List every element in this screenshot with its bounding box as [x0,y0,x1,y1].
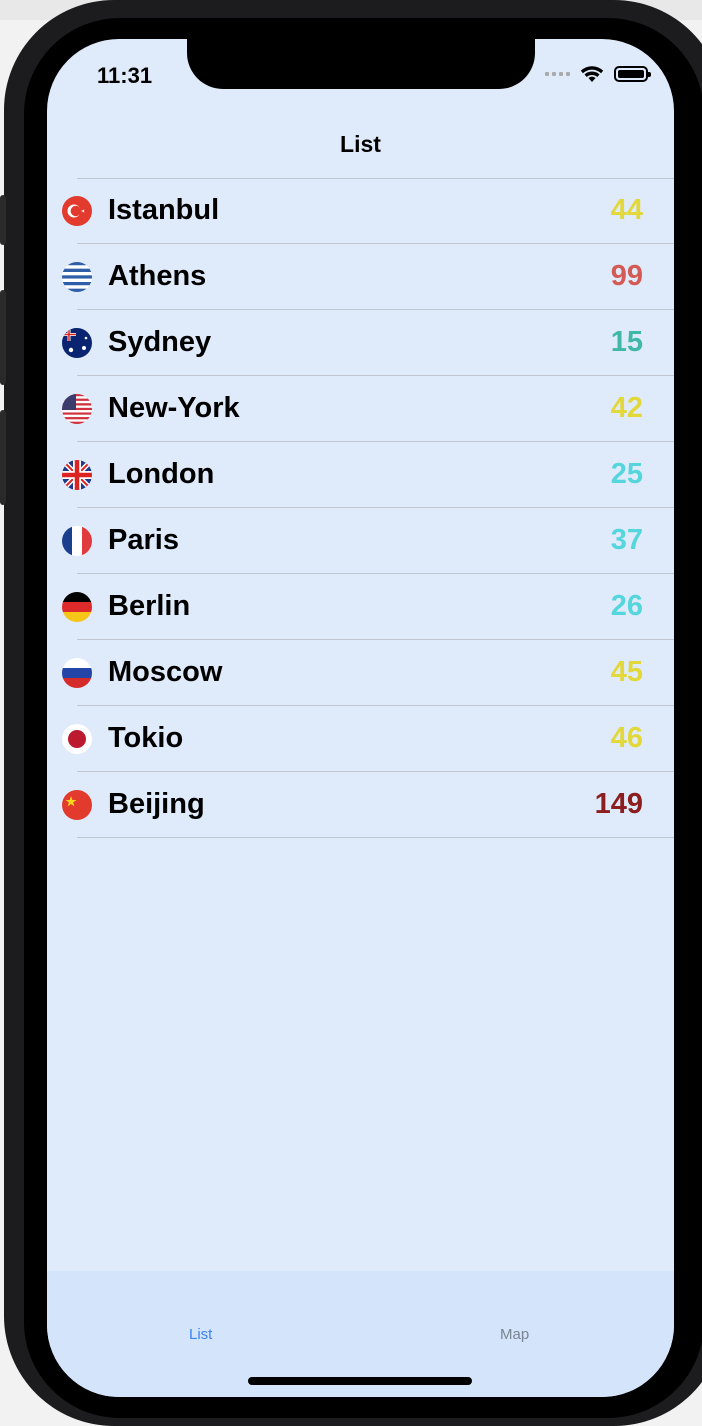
cellular-signal-icon [545,72,570,76]
turkey-flag-icon [62,196,92,226]
silent-switch [0,195,6,245]
city-value: 44 [610,194,643,226]
tab-map[interactable]: Map [500,1326,529,1343]
city-name: Moscow [108,656,223,688]
city-name: Athens [108,260,207,292]
city-name: Beijing [108,788,205,820]
city-value: 25 [610,458,643,490]
city-value: 26 [610,590,643,622]
tab-bar: List Map [47,1271,674,1397]
city-value: 46 [610,722,643,754]
home-indicator[interactable] [248,1377,472,1385]
china-flag-icon [62,790,92,820]
list-item[interactable]: London 25 [62,442,674,508]
status-time: 11:31 [97,63,153,88]
list-item[interactable]: Istanbul 44 [62,178,674,244]
battery-icon [614,66,651,82]
status-icons [545,65,651,83]
city-name: Istanbul [108,194,220,226]
city-value: 45 [610,656,643,688]
nav-title: List [340,131,381,157]
city-name: New-York [108,392,240,424]
city-value: 99 [610,260,643,292]
city-name: Tokio [108,722,184,754]
france-flag-icon [62,526,92,556]
australia-flag-icon [62,328,92,358]
notch [187,39,535,89]
list-item[interactable]: Tokio 46 [62,706,674,772]
city-name: Paris [108,524,179,556]
germany-flag-icon [62,592,92,622]
city-name: London [108,458,215,490]
volume-down-button [0,410,6,505]
list-item[interactable]: Beijing 149 [62,772,674,838]
city-value: 149 [594,788,643,820]
list-item[interactable]: Paris 37 [62,508,674,574]
greece-flag-icon [62,262,92,292]
usa-flag-icon [62,394,92,424]
volume-up-button [0,290,6,385]
city-name: Sydney [108,326,212,358]
wifi-icon [580,66,604,82]
phone-screen: 11:31 List Istanbul 44 Athens 99 Sydney 15 New… [47,39,674,1397]
list-item[interactable]: Athens 99 [62,244,674,310]
japan-flag-icon [62,724,92,754]
russia-flag-icon [62,658,92,688]
list-item[interactable]: Moscow 45 [62,640,674,706]
list-item[interactable]: Berlin 26 [62,574,674,640]
tab-list[interactable]: List [189,1326,212,1343]
list-item[interactable]: Sydney 15 [62,310,674,376]
city-list: Istanbul 44 Athens 99 Sydney 15 New-York 42 Lond… [47,178,674,838]
city-value: 15 [610,326,643,358]
uk-flag-icon [62,460,92,490]
city-value: 37 [610,524,643,556]
list-item[interactable]: New-York 42 [62,376,674,442]
city-name: Berlin [108,590,191,622]
city-value: 42 [610,392,643,424]
